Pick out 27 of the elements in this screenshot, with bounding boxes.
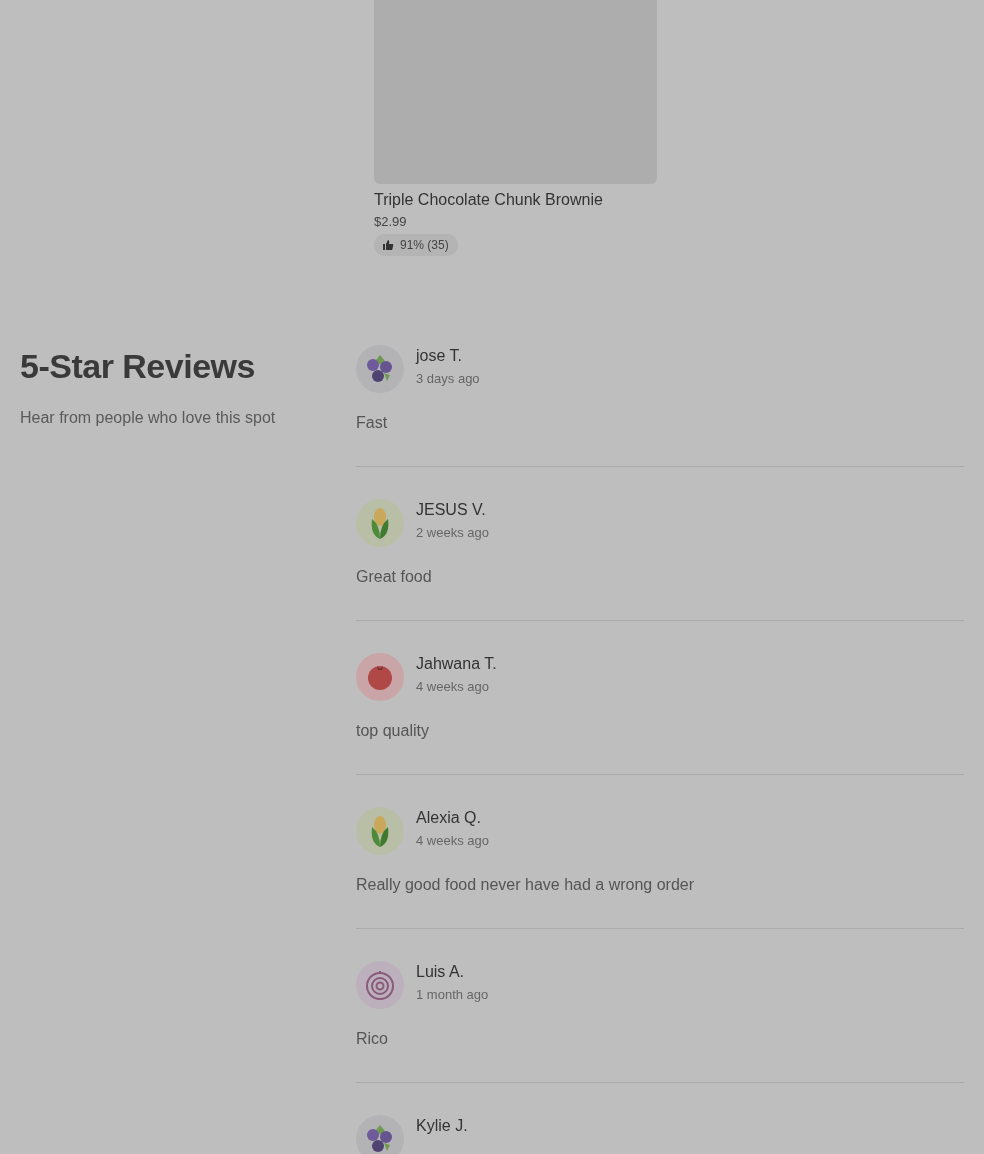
section-subtitle: Hear from people who love this spot <box>20 409 277 427</box>
corn-avatar-icon <box>356 499 404 547</box>
review-date: 4 weeks ago <box>416 833 489 848</box>
review-text: Fast <box>356 414 389 432</box>
thumbs-up-icon <box>382 239 394 251</box>
corn-avatar-icon <box>356 807 404 855</box>
product-price: $2.99 <box>374 214 407 229</box>
review-text: Really good food never have had a wrong order <box>356 876 695 894</box>
reviewer-name: Alexia Q. <box>416 809 481 827</box>
blueberry-avatar-icon <box>356 345 404 393</box>
reviewer-name: Luis A. <box>416 963 465 981</box>
review-date: 1 month ago <box>416 987 489 1002</box>
review-date: 2 weeks ago <box>416 525 489 540</box>
review-text: Great food <box>356 568 433 586</box>
product-name: Triple Chocolate Chunk Brownie <box>374 191 603 209</box>
reviewer-name: jose T. <box>416 347 462 365</box>
review-text: top quality <box>356 722 430 740</box>
review-date: 4 weeks ago <box>416 679 489 694</box>
tomato-avatar-icon <box>356 653 404 701</box>
review-date: 3 days ago <box>416 371 480 386</box>
section-title: 5-Star Reviews <box>20 346 256 387</box>
reviewer-name: Jahwana T. <box>416 655 497 673</box>
reviewer-name: JESUS V. <box>416 501 486 519</box>
onion-avatar-icon <box>356 961 404 1009</box>
rating-text: 91% (35) <box>400 238 449 252</box>
review-text: Rico <box>356 1030 389 1048</box>
reviewer-name: Kylie J. <box>416 1117 468 1135</box>
